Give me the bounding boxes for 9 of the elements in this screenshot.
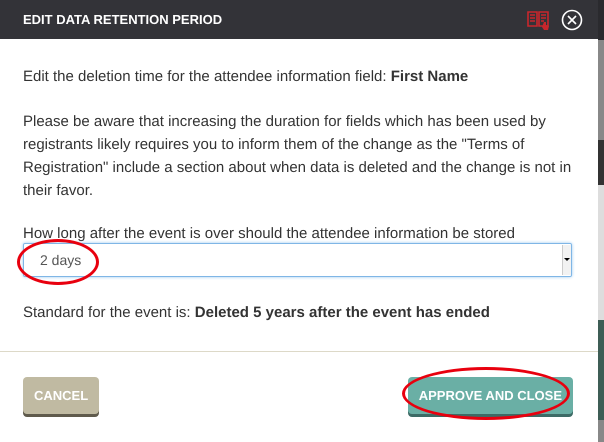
field-label: How long after the event is over should the attendee information be stored (23, 224, 516, 243)
approve-button[interactable]: APPROVE AND CLOSE (408, 377, 573, 414)
cancel-button[interactable]: CANCEL (23, 377, 100, 414)
standard-text: Standard for the event is: Deleted 5 years after the event has ended (23, 303, 491, 323)
warning-text: Please be aware that increasing the duration for fields which has been used by registrants likely requires you to inform them of the change as the "Terms of Registration" include a section about when data is deleted and the change is not in their favor. (23, 112, 572, 201)
close-icon[interactable] (561, 8, 583, 30)
intro-text: Edit the deletion time for the attendee information field: First Name (23, 67, 470, 87)
duration-select[interactable]: 2 days (23, 243, 572, 277)
dialog-title: EDIT DATA RETENTION PERIOD (23, 12, 222, 27)
